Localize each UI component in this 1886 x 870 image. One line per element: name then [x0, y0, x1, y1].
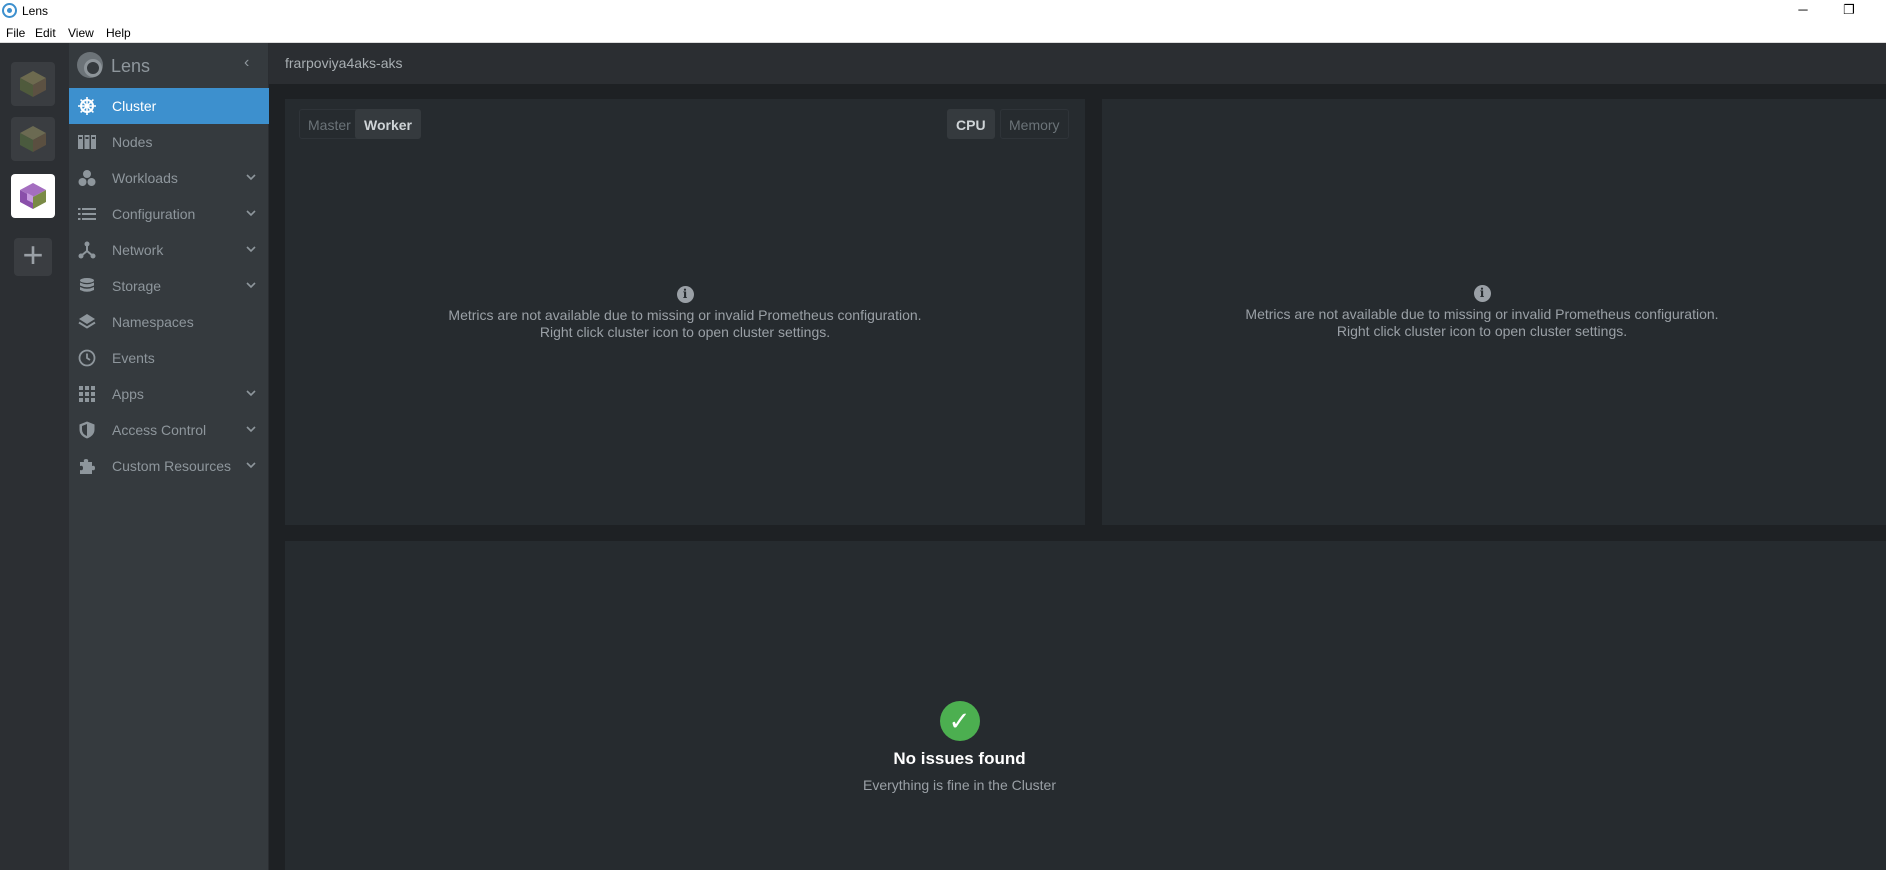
notice-line-2: Right click cluster icon to open cluster… [1336, 323, 1628, 339]
list-icon [78, 205, 96, 223]
chevron-down-icon[interactable] [244, 170, 258, 184]
menu-bar: File Edit View Help [0, 22, 1886, 43]
main-content: frarpoviya4aks-aks Master Worker CPU Mem… [269, 43, 1886, 870]
tab-master[interactable]: Master [299, 109, 360, 139]
sidebar-item-nodes[interactable]: Nodes [69, 124, 269, 160]
sidebar-item-label: Access Control [112, 422, 207, 438]
chevron-down-icon[interactable] [244, 386, 258, 400]
sidebar-item-storage[interactable]: Storage [69, 268, 269, 304]
layers-icon [78, 313, 96, 331]
notice-line-1: Metrics are not available due to missing… [448, 307, 922, 323]
chevron-down-icon[interactable] [244, 242, 258, 256]
puzzle-icon [78, 457, 96, 475]
helm-wheel-icon [78, 97, 96, 115]
sidebar-item-label: Configuration [112, 206, 196, 222]
notice-line-1: Metrics are not available due to missing… [1245, 306, 1719, 322]
tab-worker[interactable]: Worker [355, 109, 421, 139]
metrics-panel-nodes: Master Worker CPU Memory i Metrics are n… [285, 99, 1085, 525]
sidebar-item-access-control[interactable]: Access Control [69, 412, 269, 448]
sidebar-item-workloads[interactable]: Workloads [69, 160, 269, 196]
sidebar-item-apps[interactable]: Apps [69, 376, 269, 412]
sidebar-item-events[interactable]: Events [69, 340, 269, 376]
cube-icon [20, 71, 46, 97]
cluster-header: frarpoviya4aks-aks [269, 43, 1886, 84]
sidebar-header: Lens ‹ [69, 43, 269, 87]
sidebar-item-label: Events [112, 350, 155, 366]
lens-app-icon [2, 3, 17, 18]
notice-line-2: Right click cluster icon to open cluster… [539, 324, 831, 340]
lens-logo-icon [77, 52, 103, 78]
info-icon: i [676, 286, 694, 303]
add-cluster-button[interactable]: + [14, 237, 52, 276]
sidebar-item-label: Nodes [112, 134, 153, 150]
workloads-icon [78, 169, 96, 187]
no-issues-state: ✓ No issues found Everything is fine in … [285, 701, 1634, 793]
sidebar-item-label: Storage [112, 278, 162, 294]
check-circle-icon: ✓ [939, 701, 980, 741]
nodes-icon [78, 133, 96, 151]
menu-view[interactable]: View [68, 26, 94, 40]
collapse-sidebar-icon[interactable]: ‹ [244, 54, 249, 72]
minimize-button[interactable]: ─ [1780, 0, 1826, 22]
chevron-down-icon[interactable] [244, 278, 258, 292]
clock-icon [78, 349, 96, 367]
shield-icon [78, 421, 96, 439]
info-icon: i [1473, 285, 1491, 302]
sidebar-item-custom-resources[interactable]: Custom Resources [69, 448, 269, 484]
chevron-down-icon[interactable] [244, 422, 258, 436]
menu-file[interactable]: File [6, 26, 25, 40]
tab-memory[interactable]: Memory [1000, 109, 1069, 139]
title-bar: Lens ─ ❐ [0, 0, 1886, 22]
issues-subtitle: Everything is fine in the Cluster [863, 777, 1056, 793]
cube-icon [20, 183, 46, 209]
sidebar-item-label: Cluster [112, 98, 157, 114]
sidebar-item-label: Apps [112, 386, 144, 402]
sidebar-item-label: Workloads [112, 170, 178, 186]
cluster-icon-active[interactable] [11, 174, 55, 218]
sidebar-item-label: Network [112, 242, 164, 258]
cluster-name: frarpoviya4aks-aks [285, 55, 403, 71]
sidebar-item-cluster[interactable]: Cluster [69, 88, 269, 124]
metrics-panel-pods: i Metrics are not available due to missi… [1102, 99, 1886, 525]
menu-help[interactable]: Help [106, 26, 131, 40]
cluster-icon-1[interactable] [11, 62, 55, 106]
cluster-issues-panel: ✓ No issues found Everything is fine in … [285, 541, 1886, 870]
metrics-unavailable-notice: i Metrics are not available due to missi… [405, 286, 965, 341]
cube-icon [20, 126, 46, 152]
sidebar-item-label: Custom Resources [112, 458, 232, 474]
cluster-rail: + [0, 43, 69, 870]
sidebar-item-configuration[interactable]: Configuration [69, 196, 269, 232]
sidebar-title: Lens [111, 56, 151, 76]
tab-cpu[interactable]: CPU [947, 109, 995, 139]
sidebar-item-label: Namespaces [112, 314, 194, 330]
network-icon [78, 241, 96, 259]
metrics-unavailable-notice: i Metrics are not available due to missi… [1202, 285, 1762, 340]
sidebar-item-namespaces[interactable]: Namespaces [69, 304, 269, 340]
window-title: Lens [22, 4, 49, 18]
menu-edit[interactable]: Edit [35, 26, 56, 40]
chevron-down-icon[interactable] [244, 458, 258, 472]
issues-title: No issues found [893, 749, 1026, 768]
sidebar: Lens ‹ Cluster Nodes Workloads Configura… [69, 43, 269, 870]
restore-button[interactable]: ❐ [1826, 0, 1872, 22]
chevron-down-icon[interactable] [244, 206, 258, 220]
database-icon [78, 277, 96, 295]
grid-icon [78, 385, 96, 403]
sidebar-item-network[interactable]: Network [69, 232, 269, 268]
cluster-icon-2[interactable] [11, 117, 55, 161]
